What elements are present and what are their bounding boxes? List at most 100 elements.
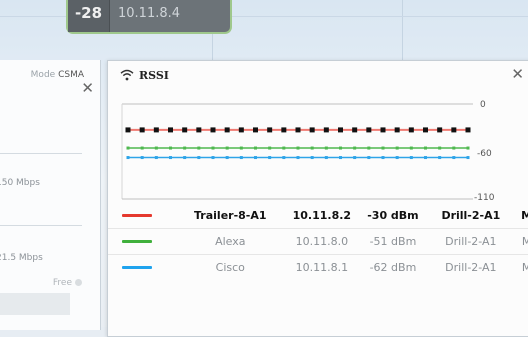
rate-value-1: 150 Mbps [0, 178, 40, 188]
device-name: Alexa [176, 228, 285, 255]
data-point [381, 156, 385, 160]
data-point [409, 156, 413, 160]
popup-title: RSSI [139, 68, 169, 82]
series-swatch [108, 254, 177, 280]
data-point [309, 127, 315, 133]
node-badge[interactable]: -28 10.11.8.4 [66, 0, 232, 34]
node-ip: 10.11.8.4 [118, 5, 181, 21]
free-label: Free [52, 278, 72, 288]
data-point [253, 127, 258, 133]
band: M [515, 254, 528, 280]
mode-label: Mode [30, 70, 56, 80]
data-point [367, 156, 371, 160]
data-point [353, 156, 357, 160]
rate-value-2: 21.5 Mbps [0, 253, 43, 263]
device-ip: 10.11.8.2 [292, 209, 352, 222]
data-point [168, 127, 173, 133]
data-point [281, 127, 287, 133]
data-point [210, 127, 216, 133]
data-point [225, 156, 229, 160]
data-point [197, 156, 201, 160]
data-point [295, 127, 301, 133]
data-point [323, 127, 329, 133]
usage-bar [0, 293, 70, 315]
access-point: Drill-2-A1 [426, 228, 516, 255]
legend-row-cisco[interactable]: Cisco 10.11.8.1 -62 dBm Drill-2-A1 M [108, 254, 528, 280]
data-point [465, 127, 471, 133]
data-point [126, 156, 130, 160]
data-point [268, 156, 272, 160]
data-point [408, 127, 414, 133]
data-point [324, 156, 328, 160]
series-swatch [108, 228, 177, 255]
device-name: Cisco [176, 254, 285, 280]
data-point [224, 127, 230, 133]
access-point: Drill-2-A1 [441, 209, 501, 222]
data-point [254, 156, 257, 160]
data-point [466, 156, 470, 160]
data-point [466, 146, 470, 150]
data-point [126, 146, 130, 150]
data-point [268, 146, 272, 150]
legend-row-alexa[interactable]: Alexa 10.11.8.0 -51 dBm Drill-2-A1 M [108, 228, 528, 255]
swatch-line [122, 240, 152, 243]
data-point [183, 156, 187, 160]
device-name: Trailer-8-A1 [194, 209, 267, 222]
band: M [515, 228, 528, 255]
device-details-panel: Mode CSMA ✕ 150 Mbps 21.5 Mbps Free [0, 60, 101, 330]
data-point [353, 146, 357, 150]
data-point [182, 127, 188, 133]
data-point [437, 127, 443, 133]
data-point [338, 127, 343, 133]
data-point [238, 127, 244, 133]
data-point [225, 146, 229, 150]
status-dot-icon [75, 279, 82, 286]
series-swatch [108, 203, 176, 229]
data-point [367, 146, 371, 150]
data-point [211, 146, 215, 150]
data-point [282, 146, 286, 150]
data-point [239, 156, 243, 160]
signal-strength: -62 dBm [359, 254, 427, 280]
device-ip: 10.11.8.1 [284, 254, 360, 280]
data-point [324, 146, 328, 150]
data-point [154, 156, 158, 160]
data-point [196, 127, 202, 133]
data-point [197, 146, 201, 150]
access-point: Drill-2-A1 [426, 254, 516, 280]
data-point [380, 127, 386, 133]
data-point [239, 146, 243, 150]
free-status: Free [53, 278, 82, 288]
data-point [139, 127, 145, 133]
data-point [452, 146, 456, 150]
data-point [282, 156, 286, 160]
rssi-chart: 0 -60 -110 [121, 100, 495, 203]
data-point [153, 127, 159, 133]
rssi-legend-table: Trailer-8-A1 10.11.8.2 -30 dBm Drill-2-A… [108, 203, 528, 280]
device-ip: 10.11.8.0 [284, 228, 360, 255]
data-point [438, 156, 442, 160]
legend-row-trailer-8-a1[interactable]: Trailer-8-A1 10.11.8.2 -30 dBm Drill-2-A… [108, 203, 528, 229]
data-point [211, 156, 215, 160]
mode-value: CSMA [58, 70, 84, 80]
close-icon[interactable]: ✕ [511, 67, 524, 82]
node-rssi-value: -28 [68, 0, 110, 32]
data-point [395, 156, 399, 160]
mode-row: Mode CSMA [31, 70, 84, 80]
swatch-line [122, 266, 152, 269]
y-tick-label: -60 [477, 149, 492, 159]
data-point [438, 146, 442, 150]
swatch-line [122, 214, 152, 217]
data-point [424, 146, 427, 150]
data-point [125, 127, 131, 133]
data-point [409, 146, 413, 150]
band: M [521, 209, 528, 222]
wifi-icon [120, 69, 134, 81]
data-point [395, 146, 399, 150]
data-point [296, 156, 300, 160]
divider [0, 225, 82, 226]
popup-header: RSSI ✕ [108, 61, 528, 89]
close-icon[interactable]: ✕ [81, 81, 94, 96]
data-point [424, 156, 427, 160]
data-point [140, 146, 144, 150]
